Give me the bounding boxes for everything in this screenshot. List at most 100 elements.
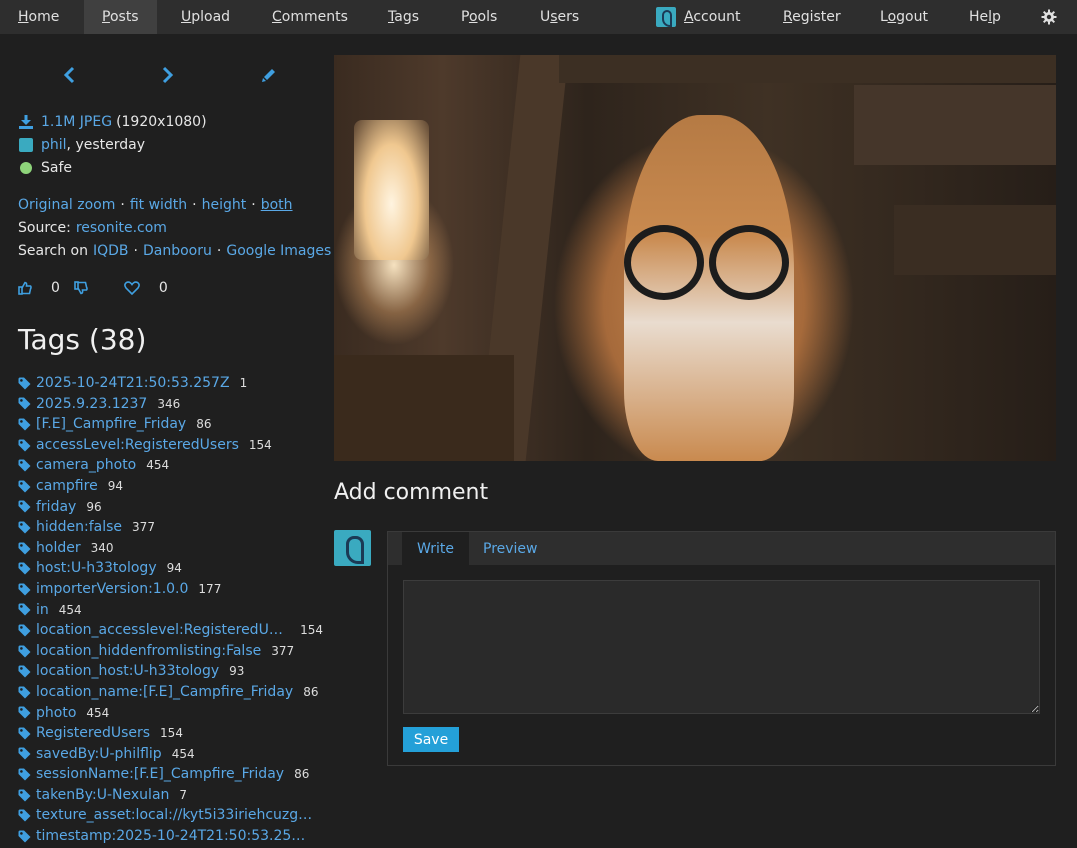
zoom-height-link[interactable]: height (202, 197, 247, 213)
tag-count: 154 (300, 623, 323, 638)
tag-count: 346 (157, 396, 181, 411)
nav-register[interactable]: Register (783, 0, 841, 34)
tag-item: 2025-10-24T21:50:53.257Z 1 (18, 373, 323, 394)
arrow-left-icon[interactable] (62, 66, 76, 84)
thumbs-up-icon[interactable] (18, 281, 32, 295)
thumbs-down-icon[interactable] (74, 281, 88, 295)
nav-comments-text-rest: omments (281, 9, 348, 25)
reverse-search: Search on IQDB · Danbooru · Google Image… (18, 243, 331, 259)
uploader-avatar (19, 138, 33, 152)
tag-icon (18, 459, 31, 472)
tag-link[interactable]: location_name:[F.E]_Campfire_Friday (36, 682, 293, 703)
tag-item: 2025.9.23.1237 346 (18, 394, 323, 415)
tag-link[interactable]: location_hiddenfromlisting:False (36, 641, 261, 662)
tab-write[interactable]: Write (402, 532, 469, 565)
comment-form: Write Preview Save (387, 531, 1056, 766)
add-comment-heading: Add comment (334, 480, 489, 505)
tag-item: location_hiddenfromlisting:False 377 (18, 641, 323, 662)
nav-tags[interactable]: Tags (388, 0, 419, 34)
search-google-link[interactable]: Google Images (226, 243, 331, 259)
tag-link[interactable]: 2025.9.23.1237 (36, 394, 147, 415)
tag-count: 86 (303, 684, 319, 699)
save-button[interactable]: Save (403, 727, 459, 752)
tag-link[interactable]: location_accesslevel:RegisteredUsers (36, 620, 290, 641)
safety-label: Safe (41, 160, 73, 176)
tag-item: sessionName:[F.E]_Campfire_Friday 86 (18, 764, 323, 785)
nav-register-accesskey: R (783, 9, 793, 25)
tag-count: 86 (196, 417, 212, 432)
zoom-fit-width-link[interactable]: fit width (130, 197, 187, 213)
nav-users[interactable]: Users (540, 0, 579, 34)
tag-link[interactable]: location_host:U-h33tology (36, 661, 219, 682)
search-iqdb-link[interactable]: IQDB (93, 243, 129, 259)
tag-list: 2025-10-24T21:50:53.257Z 1 2025.9.23.1237 3… (18, 373, 323, 847)
gear-icon[interactable] (1041, 9, 1057, 25)
tag-link[interactable]: sessionName:[F.E]_Campfire_Friday (36, 764, 284, 785)
tag-item: RegisteredUsers 154 (18, 723, 323, 744)
safety-info: Safe (18, 160, 72, 176)
tags-heading: Tags (38) (18, 323, 147, 356)
tag-item: camera_photo 454 (18, 455, 323, 476)
file-link[interactable]: 1.1M JPEG (41, 114, 112, 130)
tag-link[interactable]: friday (36, 497, 76, 518)
tag-link[interactable]: [F.E]_Campfire_Friday (36, 414, 186, 435)
nav-logout[interactable]: Logout (880, 0, 928, 34)
nav-account[interactable]: Account (656, 0, 741, 34)
nav-account-accesskey: A (684, 9, 694, 25)
score-bar: 0 0 (18, 280, 168, 296)
search-danbooru-link[interactable]: Danbooru (143, 243, 212, 259)
tag-count: 177 (198, 581, 222, 596)
tag-link[interactable]: RegisteredUsers (36, 723, 150, 744)
tag-link[interactable]: 2025-10-24T21:50:53.257Z (36, 373, 230, 394)
search-label: Search on (18, 243, 88, 259)
nav-users-accesskey: s (550, 9, 558, 25)
comment-textarea[interactable] (403, 580, 1040, 714)
nav-logout-accesskey: o (887, 9, 897, 25)
account-avatar (656, 7, 676, 27)
tag-link[interactable]: camera_photo (36, 455, 136, 476)
pencil-icon[interactable] (260, 66, 278, 84)
nav-upload[interactable]: Upload (181, 0, 230, 34)
tag-link[interactable]: holder (36, 538, 81, 559)
tag-icon (18, 500, 31, 513)
nav-account-label: Account (684, 0, 741, 34)
tag-item: takenBy:U-Nexulan 7 (18, 785, 323, 806)
source-link[interactable]: resonite.com (76, 220, 167, 236)
arrow-right-icon[interactable] (161, 66, 175, 84)
nav-home[interactable]: Home (18, 0, 59, 34)
tag-link[interactable]: importerVersion:1.0.0 (36, 579, 188, 600)
tag-link[interactable]: savedBy:U-philflip (36, 744, 162, 765)
nav-posts[interactable]: Posts (84, 0, 157, 34)
tag-link[interactable]: in (36, 600, 49, 621)
tag-icon (18, 686, 31, 699)
tag-link[interactable]: campfire (36, 476, 98, 497)
tag-link[interactable]: photo (36, 703, 76, 724)
zoom-both-link[interactable]: both (261, 197, 293, 213)
post-image[interactable] (334, 55, 1056, 461)
tag-item: friday 96 (18, 497, 323, 518)
tag-icon (18, 645, 31, 658)
nav-comments[interactable]: Comments (272, 0, 348, 34)
tab-preview[interactable]: Preview (483, 532, 538, 565)
zoom-original-link[interactable]: Original zoom (18, 197, 115, 213)
tag-icon (18, 624, 31, 637)
tag-link[interactable]: timestamp:2025-10-24T21:50:53.257166… (36, 826, 313, 847)
nav-help-text: He (969, 9, 989, 25)
favorites-count: 0 (158, 280, 168, 296)
nav-help[interactable]: Help (969, 0, 1001, 34)
nav-tags-text-rest: ags (394, 9, 419, 25)
tag-count: 154 (160, 726, 183, 741)
heart-icon[interactable] (123, 281, 140, 295)
tag-icon (18, 542, 31, 555)
download-icon[interactable] (18, 115, 34, 129)
uploader-link[interactable]: phil (41, 137, 67, 153)
tag-count: 93 (229, 664, 245, 679)
tag-icon (18, 377, 31, 390)
nav-pools[interactable]: Pools (461, 0, 497, 34)
tag-link[interactable]: host:U-h33tology (36, 558, 157, 579)
tag-link[interactable]: hidden:false (36, 517, 122, 538)
tag-link[interactable]: accessLevel:RegisteredUsers (36, 435, 239, 456)
tag-link[interactable]: takenBy:U-Nexulan (36, 785, 169, 806)
tag-link[interactable]: texture_asset:local://kyt5i33iriehcuzgua… (36, 805, 313, 826)
tag-item: texture_asset:local://kyt5i33iriehcuzgua… (18, 805, 323, 826)
